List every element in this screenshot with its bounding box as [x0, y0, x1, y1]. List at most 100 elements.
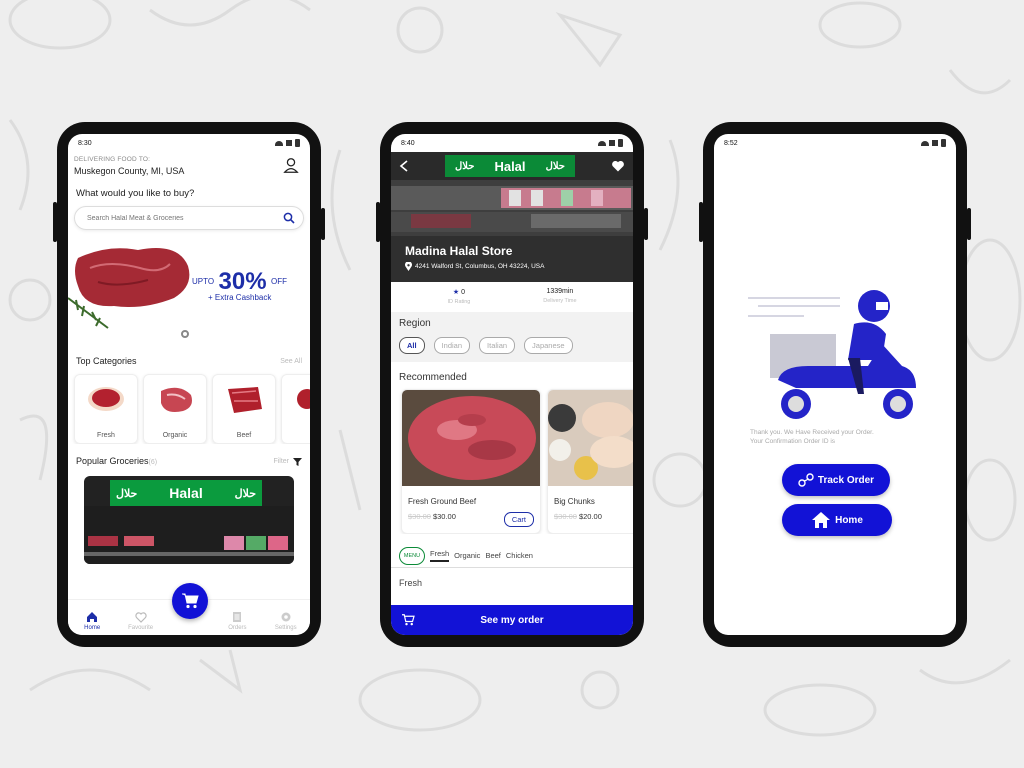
halal-arabic: حلال [455, 160, 475, 172]
promo-banner[interactable]: UPTO 30% OFF + Extra Cashback [68, 238, 310, 342]
home-icon [87, 612, 98, 622]
store-stats: ★ 0 ID Rating 1339min Delivery Time [391, 282, 633, 310]
cart-button[interactable] [172, 583, 208, 619]
category-label: Beef [236, 432, 252, 439]
tab-organic[interactable]: Organic [454, 551, 480, 560]
nav-home[interactable]: Home [72, 611, 112, 631]
delivery-label: Delivery Time [543, 298, 577, 304]
user-icon[interactable] [282, 156, 300, 174]
carousel-dot[interactable] [181, 330, 189, 338]
meat-icon [297, 389, 310, 409]
grocery-store-card[interactable]: حلال Halal حلال [84, 476, 294, 564]
halal-sign: حلال Halal حلال [110, 480, 262, 506]
screen: 8:30 DELIVERING FOOD TO: Muskegon County… [68, 134, 310, 635]
groceries-count: (6) [148, 459, 158, 466]
halal-english: Halal [169, 485, 203, 501]
nav-settings[interactable]: Settings [266, 611, 306, 631]
wifi-icon [275, 140, 283, 146]
nav-favourite[interactable]: Favourite [121, 611, 161, 631]
product-name: Big Chunks [554, 497, 595, 506]
category-card[interactable]: C [281, 374, 310, 444]
confirmation-text: Thank you. We Have Received your Order. … [750, 428, 874, 446]
thanks-line-2: Your Confirmation Order ID is [750, 438, 836, 445]
category-card[interactable]: Organic [143, 374, 207, 444]
delivery-location[interactable]: Muskegon County, MI, USA [74, 166, 304, 176]
rating-label: ID Rating [447, 299, 471, 305]
tab-beef[interactable]: Beef [485, 551, 500, 560]
menu-tabs: MENU Fresh Organic Beef Chicken [391, 544, 633, 568]
back-icon[interactable] [399, 160, 409, 172]
filter-button[interactable]: Filter [273, 457, 302, 466]
category-label: Organic [162, 432, 188, 439]
search-input[interactable] [87, 214, 257, 222]
product-price: $30.00 $20.00 [548, 506, 633, 521]
categories-title: Top Categories [76, 356, 137, 366]
category-label: Fresh [97, 432, 115, 439]
phone-store-screen: 8:40 حلال Halal حلال Madina Halal Store … [376, 122, 648, 647]
category-card[interactable]: Fresh [74, 374, 138, 444]
store-address-text: 4241 Walford St, Columbus, OH 43224, USA [415, 263, 545, 270]
store-shelves-image [84, 506, 294, 564]
chip-japanese[interactable]: Japanese [524, 337, 573, 354]
search-bar[interactable] [74, 206, 304, 230]
orders-icon [233, 612, 242, 622]
add-to-cart-button[interactable]: Cart [503, 512, 534, 527]
chip-indian[interactable]: Indian [433, 337, 471, 354]
store-topbar: حلال Halal حلال [391, 152, 633, 180]
nav-label: Home [84, 625, 101, 631]
track-order-button[interactable]: Track Order [782, 464, 890, 496]
steak-image [68, 248, 190, 329]
status-icons [921, 139, 946, 147]
delivery-stat: 1339min Delivery Time [543, 288, 576, 310]
signal-icon [609, 140, 615, 146]
screen: 8:52 Thank you. We Have Received your Or… [714, 134, 956, 635]
halal-arabic: حلال [234, 487, 256, 500]
product-card[interactable]: Fresh Ground Beef $30.00 $30.00 Cart [401, 389, 541, 534]
status-time: 8:30 [78, 139, 92, 147]
meat-icon [88, 387, 124, 411]
region-filter: Region All Indian Italian Japanese [391, 312, 633, 362]
menu-button[interactable]: MENU [399, 546, 425, 565]
cart-icon [182, 593, 199, 609]
chicken-image [548, 390, 633, 486]
search-icon[interactable] [283, 212, 295, 224]
signal-icon [932, 140, 938, 146]
promo-text: UPTO 30% OFF + Extra Cashback [192, 268, 287, 302]
tab-fresh[interactable]: Fresh [430, 549, 450, 562]
thanks-line-1: Thank you. We Have Received your Order. [750, 429, 874, 436]
ground-beef-image [402, 390, 540, 486]
see-all-link[interactable]: See All [280, 358, 302, 365]
recommended-title: Recommended [399, 372, 467, 383]
current-price: $20.00 [578, 512, 602, 521]
chip-all[interactable]: All [399, 337, 425, 354]
product-name: Fresh Ground Beef [408, 497, 477, 506]
status-time: 8:52 [724, 139, 738, 147]
category-card[interactable]: Beef [212, 374, 276, 444]
old-price: $30.00 [408, 512, 431, 521]
gear-icon [281, 612, 291, 622]
store-address: 4241 Walford St, Columbus, OH 43224, USA [405, 262, 544, 271]
home-label: Home [835, 514, 863, 526]
status-bar: 8:52 [714, 134, 956, 152]
groceries-title-text: Popular Groceries [76, 456, 149, 466]
route-icon [798, 473, 814, 487]
phone-home-screen: 8:30 DELIVERING FOOD TO: Muskegon County… [53, 122, 325, 647]
promo-cashback: + Extra Cashback [208, 293, 272, 302]
groceries-title: Popular Groceries(6) [76, 456, 157, 466]
heart-icon[interactable] [611, 160, 625, 172]
nav-orders[interactable]: Orders [217, 611, 257, 631]
prompt-text: What would you like to buy? [76, 188, 195, 199]
rating-value-row: ★ 0 [453, 288, 465, 296]
see-my-order-button[interactable]: See my order [391, 605, 633, 635]
recommended-list: Fresh Ground Beef $30.00 $30.00 Cart Big … [391, 383, 633, 534]
home-button[interactable]: Home [782, 504, 892, 536]
tab-chicken[interactable]: Chicken [506, 551, 533, 560]
region-title: Region [399, 318, 431, 329]
rating-stat: ★ 0 ID Rating [447, 288, 470, 310]
status-time: 8:40 [401, 139, 415, 147]
nav-label: Orders [228, 625, 247, 631]
product-card[interactable]: Big Chunks $30.00 $20.00 [547, 389, 633, 534]
chip-italian[interactable]: Italian [479, 337, 516, 354]
battery-icon [941, 139, 946, 147]
store-name: Madina Halal Store [405, 244, 513, 258]
